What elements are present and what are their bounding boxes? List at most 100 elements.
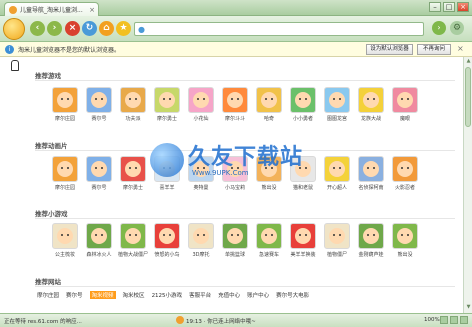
- site-link[interactable]: 充值中心: [218, 291, 240, 299]
- thumbnail-image[interactable]: [52, 156, 78, 182]
- thumbnail-image[interactable]: [52, 223, 78, 249]
- list-item[interactable]: 熊出没: [252, 156, 286, 191]
- site-link[interactable]: 赛尔号大电影: [276, 291, 309, 299]
- site-link[interactable]: 淘米视频: [89, 291, 116, 299]
- set-default-button[interactable]: 设为默认浏览器: [366, 44, 413, 55]
- item-caption[interactable]: 图图龙宫: [327, 115, 347, 122]
- thumbnail-image[interactable]: [120, 223, 146, 249]
- scroll-up-arrow-icon[interactable]: ▲: [465, 58, 472, 66]
- list-item[interactable]: 赛尔号: [82, 156, 116, 191]
- list-item[interactable]: 摩尔庄园: [48, 87, 82, 122]
- thumbnail-image[interactable]: [188, 87, 214, 113]
- browser-logo-icon[interactable]: [3, 18, 25, 40]
- home-button[interactable]: ⌂: [99, 21, 114, 36]
- close-window-button[interactable]: ×: [457, 2, 469, 12]
- item-caption[interactable]: 森林冰火人: [86, 251, 111, 258]
- list-item[interactable]: 急速赛车: [252, 223, 286, 258]
- status-button[interactable]: [460, 316, 468, 324]
- site-link[interactable]: 账户中心: [247, 291, 269, 299]
- list-item[interactable]: 图图龙宫: [320, 87, 354, 122]
- item-caption[interactable]: 摩尔勇士: [123, 184, 143, 191]
- thumbnail-image[interactable]: [392, 87, 418, 113]
- list-item[interactable]: 小马宝莉: [218, 156, 252, 191]
- list-item[interactable]: 3D摩托: [184, 223, 218, 258]
- scroll-thumb[interactable]: [465, 67, 471, 127]
- gear-icon[interactable]: ⚙: [450, 21, 464, 35]
- list-item[interactable]: 猫和老鼠: [286, 156, 320, 191]
- item-caption[interactable]: 摩尔庄园: [55, 115, 75, 122]
- thumbnail-image[interactable]: [154, 223, 180, 249]
- item-caption[interactable]: 奥特曼: [193, 184, 208, 191]
- thumbnail-image[interactable]: [86, 87, 112, 113]
- thumbnail-image[interactable]: [154, 156, 180, 182]
- item-caption[interactable]: 熊出没: [397, 251, 412, 258]
- vertical-scrollbar[interactable]: ▲ ▼: [463, 57, 472, 313]
- item-caption[interactable]: 愤怒的小鸟: [154, 251, 179, 258]
- list-item[interactable]: 小小勇者: [286, 87, 320, 122]
- thumbnail-image[interactable]: [358, 223, 384, 249]
- maximize-button[interactable]: □: [443, 2, 455, 12]
- list-item[interactable]: 公主梳妆: [48, 223, 82, 258]
- site-link[interactable]: 客服平台: [189, 291, 211, 299]
- item-caption[interactable]: 单挑篮球: [225, 251, 245, 258]
- list-item[interactable]: 单挑篮球: [218, 223, 252, 258]
- item-caption[interactable]: 赛尔号: [91, 184, 106, 191]
- thumbnail-image[interactable]: [256, 223, 282, 249]
- item-caption[interactable]: 喜羊羊: [159, 184, 174, 191]
- thumbnail-image[interactable]: [86, 223, 112, 249]
- thumbnail-image[interactable]: [188, 223, 214, 249]
- item-caption[interactable]: 公主梳妆: [55, 251, 75, 258]
- refresh-button[interactable]: ↻: [82, 21, 97, 36]
- item-caption[interactable]: 摩尔斗斗: [225, 115, 245, 122]
- browser-tab[interactable]: 儿童导航_淘米儿童浏... ×: [4, 2, 99, 16]
- notice-close-icon[interactable]: ×: [457, 44, 464, 53]
- thumbnail-image[interactable]: [188, 156, 214, 182]
- thumbnail-image[interactable]: [120, 87, 146, 113]
- list-item[interactable]: 魔眼: [388, 87, 422, 122]
- list-item[interactable]: 摩尔勇士: [116, 156, 150, 191]
- thumbnail-image[interactable]: [290, 87, 316, 113]
- thumbnail-image[interactable]: [256, 156, 282, 182]
- forward-button[interactable]: ›: [47, 21, 62, 36]
- dont-ask-button[interactable]: 不再询问: [417, 44, 451, 55]
- list-item[interactable]: 开心超人: [320, 156, 354, 191]
- item-caption[interactable]: 哈奇: [264, 115, 274, 122]
- item-caption[interactable]: 小小勇者: [293, 115, 313, 122]
- list-item[interactable]: 哈奇: [252, 87, 286, 122]
- thumbnail-image[interactable]: [392, 156, 418, 182]
- list-item[interactable]: 美羊羊换装: [286, 223, 320, 258]
- stop-button[interactable]: ×: [65, 21, 80, 36]
- zoom-level[interactable]: 100%: [424, 317, 440, 323]
- favorites-button[interactable]: ★: [116, 21, 131, 36]
- item-caption[interactable]: 赛尔号: [91, 115, 106, 122]
- item-caption[interactable]: 摩尔勇士: [157, 115, 177, 122]
- item-caption[interactable]: 摩尔庄园: [55, 184, 75, 191]
- list-item[interactable]: 金刚葫芦娃: [354, 223, 388, 258]
- thumbnail-image[interactable]: [86, 156, 112, 182]
- list-item[interactable]: 功夫派: [116, 87, 150, 122]
- thumbnail-image[interactable]: [120, 156, 146, 182]
- list-item[interactable]: 愤怒的小鸟: [150, 223, 184, 258]
- thumbnail-image[interactable]: [358, 156, 384, 182]
- thumbnail-image[interactable]: [290, 223, 316, 249]
- thumbnail-image[interactable]: [154, 87, 180, 113]
- thumbnail-image[interactable]: [222, 87, 248, 113]
- item-caption[interactable]: 美羊羊换装: [290, 251, 315, 258]
- list-item[interactable]: 奥特曼: [184, 156, 218, 191]
- item-caption[interactable]: 小马宝莉: [225, 184, 245, 191]
- thumbnail-image[interactable]: [52, 87, 78, 113]
- item-caption[interactable]: 小花仙: [193, 115, 208, 122]
- item-caption[interactable]: 熊出没: [261, 184, 276, 191]
- status-button[interactable]: [440, 316, 448, 324]
- thumbnail-image[interactable]: [222, 156, 248, 182]
- address-bar[interactable]: ●: [134, 22, 424, 36]
- thumbnail-image[interactable]: [290, 156, 316, 182]
- item-caption[interactable]: 植物僵尸: [327, 251, 347, 258]
- list-item[interactable]: 森林冰火人: [82, 223, 116, 258]
- site-link[interactable]: 摩尔庄园: [37, 291, 59, 299]
- site-link[interactable]: 2125小游戏: [152, 291, 183, 299]
- item-caption[interactable]: 金刚葫芦娃: [358, 251, 383, 258]
- item-caption[interactable]: 名侦探柯南: [358, 184, 383, 191]
- list-item[interactable]: 火影忍者: [388, 156, 422, 191]
- list-item[interactable]: 摩尔庄园: [48, 156, 82, 191]
